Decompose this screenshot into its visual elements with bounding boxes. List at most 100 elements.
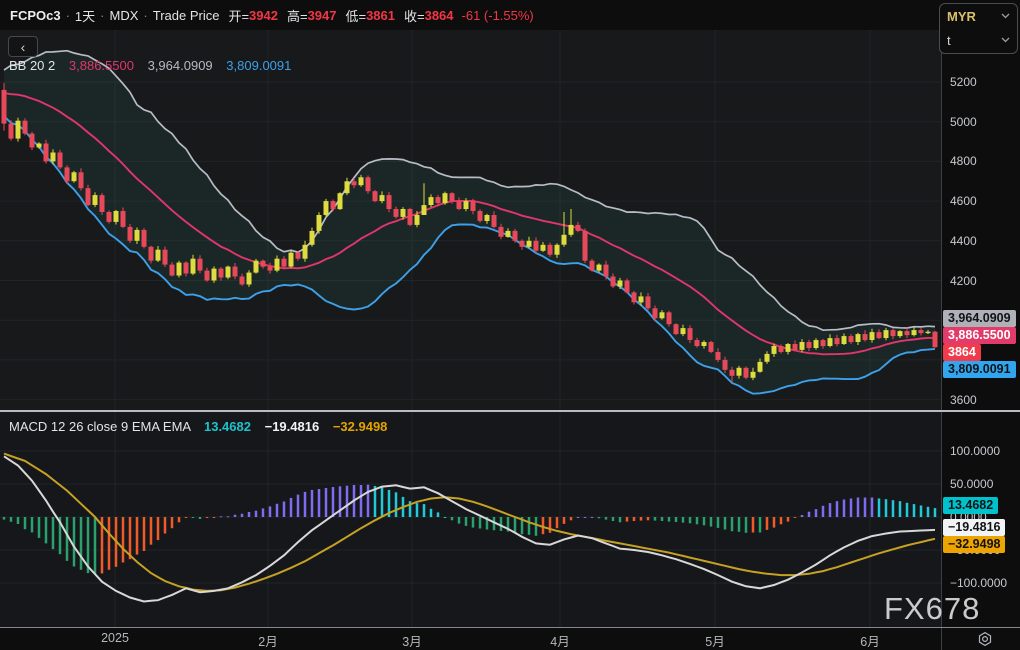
price-chart-pane[interactable] (0, 30, 941, 412)
macd-histogram-bar (122, 517, 125, 563)
candle-body (436, 197, 441, 203)
exchange-label[interactable]: MDX (110, 8, 139, 23)
bb-upper-value: 3,964.0909 (148, 58, 213, 73)
candle-body (639, 296, 644, 302)
macd-histogram-bar (255, 511, 258, 517)
macd-histogram-bar (423, 504, 426, 517)
symbol-name[interactable]: FCPOc3 (10, 8, 61, 23)
macd-histogram-bar (360, 485, 363, 517)
macd-histogram-bar (192, 517, 195, 518)
price-chart-canvas[interactable] (0, 30, 941, 412)
macd-histogram-bar (773, 517, 776, 528)
currency-value: MYR (947, 9, 976, 24)
macd-histogram-bar (675, 517, 678, 522)
interval-label[interactable]: 1天 (75, 6, 95, 25)
candle-body (884, 330, 889, 338)
macd-line-value: −19.4816 (265, 419, 320, 434)
macd-histogram-bar (17, 517, 20, 524)
unit-dropdown[interactable]: t (940, 28, 1017, 52)
separator-dot: · (143, 8, 147, 23)
axis-tick-label: 5200 (950, 74, 977, 90)
back-button[interactable]: ‹ (8, 36, 38, 57)
candle-body (730, 370, 735, 376)
macd-histogram-bar (458, 517, 461, 524)
candle-body (247, 273, 252, 285)
price-type-label[interactable]: Trade Price (153, 8, 220, 23)
macd-histogram-bar (45, 517, 48, 543)
macd-histogram-bar (913, 504, 916, 517)
macd-histogram-bar (843, 500, 846, 518)
time-axis-settings-button[interactable] (975, 630, 995, 648)
candle-body (478, 211, 483, 221)
macd-histogram-bar (815, 509, 818, 517)
candle-body (331, 201, 336, 209)
macd-histogram-bar (500, 517, 503, 531)
macd-histogram-bar (241, 514, 244, 517)
candle-body (520, 241, 525, 247)
macd-chart-canvas[interactable] (0, 412, 941, 627)
symbol-info-bar: FCPOc3 · 1天 · MDX · Trade Price 开=3942 高… (0, 0, 946, 30)
candle-body (107, 212, 112, 222)
bb-indicator-title[interactable]: BB 20 2 (9, 58, 55, 73)
macd-histogram-bar (24, 517, 27, 529)
open-label: 开= (228, 6, 249, 25)
macd-histogram-bar (234, 515, 237, 517)
candle-body (485, 215, 490, 221)
time-axis-label: 2月 (258, 631, 277, 650)
time-axis[interactable]: 20252月3月4月5月6月 (0, 628, 1020, 650)
price-axis[interactable]: 5200500048004600440042004000380036003,96… (941, 30, 1020, 412)
axis-tick-label: 100.0000 (950, 443, 1000, 459)
macd-histogram-bar (248, 512, 251, 517)
candle-body (408, 209, 413, 225)
candle-body (786, 344, 791, 352)
macd-histogram-bar (927, 507, 930, 517)
macd-histogram-bar (787, 517, 790, 522)
macd-indicator-title[interactable]: MACD 12 26 close 9 EMA EMA (9, 419, 190, 434)
candle-body (240, 277, 245, 285)
macd-histogram-bar (150, 517, 153, 545)
macd-histogram-bar (514, 517, 517, 533)
candle-body (51, 153, 56, 162)
candle-body (72, 172, 77, 181)
candle-body (590, 261, 595, 271)
candle-body (303, 245, 308, 259)
macd-histogram-bar (276, 504, 279, 517)
candle-body (156, 250, 161, 261)
candle-body (842, 336, 847, 344)
candle-body (268, 267, 273, 271)
axis-tick-label: −100.0000 (950, 575, 1007, 591)
candle-body (345, 181, 350, 193)
currency-dropdown[interactable]: MYR (940, 4, 1017, 28)
candle-body (611, 277, 616, 287)
time-axis-divider (0, 627, 1020, 628)
axis-tick-label: 4400 (950, 233, 977, 249)
axis-tick-label: 4800 (950, 153, 977, 169)
candle-body (457, 201, 462, 209)
axis-tick-label: 4200 (950, 273, 977, 289)
macd-histogram-bar (892, 500, 895, 517)
candle-body (261, 261, 266, 267)
unit-value: t (947, 33, 951, 48)
pane-divider[interactable] (0, 410, 1020, 412)
macd-histogram-bar (878, 499, 881, 518)
macd-histogram-bar (185, 517, 188, 518)
candle-body (499, 227, 504, 237)
candle-body (198, 259, 203, 271)
candle-body (569, 225, 574, 235)
macd-histogram-bar (920, 506, 923, 518)
candle-body (744, 368, 749, 378)
candle-body (275, 259, 280, 271)
axis-price-tag: −19.4816 (943, 519, 1005, 536)
macd-histogram-bar (136, 517, 139, 555)
candle-body (2, 90, 7, 124)
candle-body (632, 292, 637, 302)
time-axis-label: 4月 (550, 631, 569, 650)
candle-body (317, 215, 322, 231)
candle-body (765, 354, 770, 362)
macd-axis[interactable]: 100.000050.00000.0000−50.0000−100.000013… (941, 412, 1020, 627)
macd-chart-pane[interactable] (0, 412, 941, 627)
candle-body (562, 235, 567, 245)
macd-histogram-bar (311, 490, 314, 517)
macd-histogram-bar (556, 517, 559, 528)
chevron-down-icon (1001, 13, 1010, 19)
